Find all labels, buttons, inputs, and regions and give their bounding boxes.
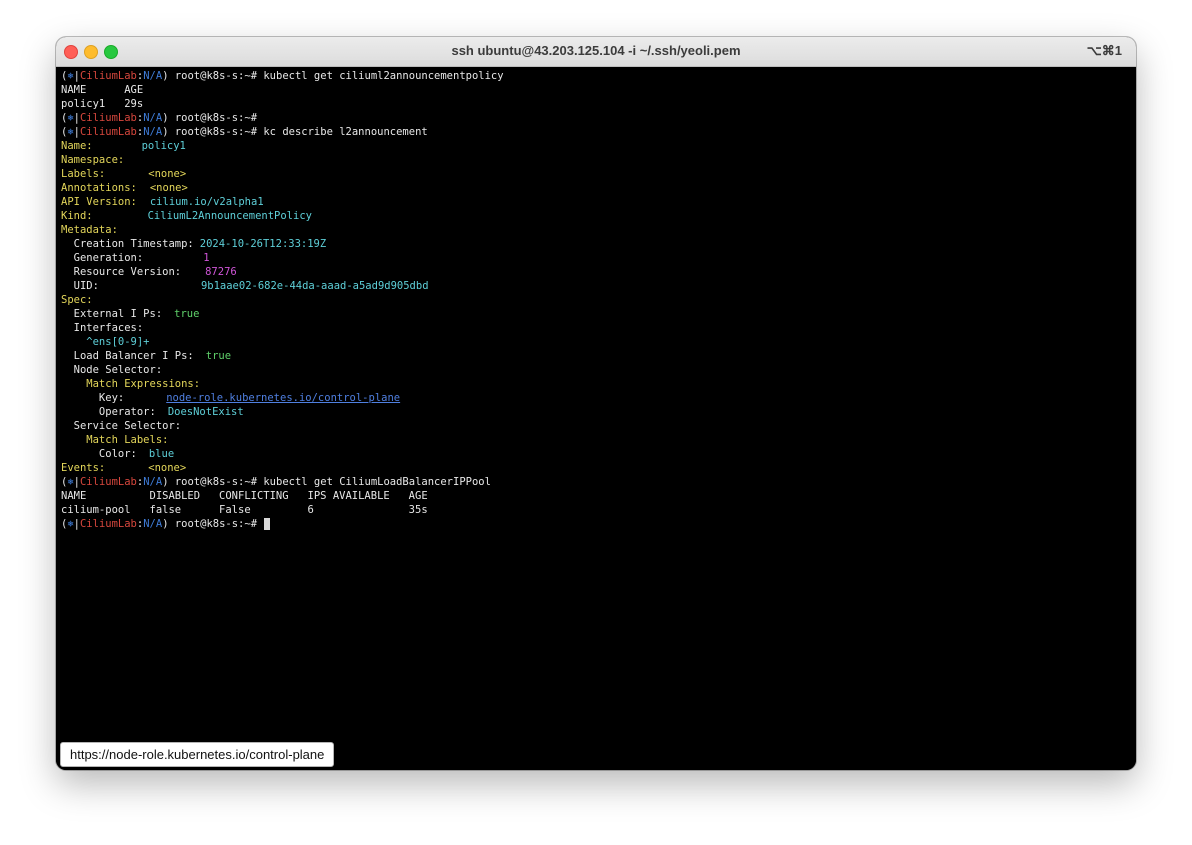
prompt-user-host: root@k8s-s:~# bbox=[168, 518, 258, 530]
terminal-line: (⎈|CiliumLab:N/A) root@k8s-s:~# bbox=[61, 517, 1136, 531]
describe-generation: Generation: 1 bbox=[61, 251, 1136, 265]
describe-color: Color: blue bbox=[61, 447, 1136, 461]
field-key: Color: bbox=[61, 448, 137, 460]
field-value: DoesNotExist bbox=[167, 406, 244, 418]
field-key: Creation Timestamp: bbox=[61, 238, 194, 250]
prompt-user-host: root@k8s-s:~# bbox=[168, 126, 258, 138]
field-key: Events: bbox=[61, 462, 106, 474]
prompt-cluster: CiliumLab bbox=[79, 126, 137, 138]
describe-node-selector: Node Selector: bbox=[61, 364, 163, 376]
describe-labels: Labels: <none> bbox=[61, 167, 1136, 181]
describe-events: Events: <none> bbox=[61, 461, 1136, 475]
field-key: Namespace: bbox=[61, 154, 125, 166]
describe-lb-ips: Load Balancer I Ps: true bbox=[61, 349, 1136, 363]
describe-match-labels: Match Labels: bbox=[61, 434, 169, 446]
terminal-line: (⎈|CiliumLab:N/A) root@k8s-s:~# kc descr… bbox=[61, 125, 1136, 139]
field-value: blue bbox=[148, 448, 175, 460]
describe-namespace: Namespace: bbox=[61, 153, 1136, 167]
terminal-window: ssh ubuntu@43.203.125.104 -i ~/.ssh/yeol… bbox=[56, 37, 1136, 770]
describe-operator: Operator: DoesNotExist bbox=[61, 405, 1136, 419]
command-text: kubectl get CiliumLoadBalancerIPPool bbox=[257, 476, 491, 488]
field-value: 2024-10-26T12:33:19Z bbox=[199, 238, 327, 250]
describe-creation: Creation Timestamp: 2024-10-26T12:33:19Z bbox=[61, 237, 1136, 251]
field-key: Load Balancer I Ps: bbox=[61, 350, 194, 362]
field-value: cilium.io/v2alpha1 bbox=[149, 196, 264, 208]
prompt-user-host: root@k8s-s:~# bbox=[168, 476, 258, 488]
output-header: NAME DISABLED CONFLICTING IPS AVAILABLE … bbox=[61, 490, 428, 502]
terminal-line: (⎈|CiliumLab:N/A) root@k8s-s:~# bbox=[61, 111, 1136, 125]
prompt-namespace: N/A bbox=[143, 518, 163, 530]
describe-name: Name: policy1 bbox=[61, 139, 1136, 153]
field-value: CiliumL2AnnouncementPolicy bbox=[147, 210, 312, 222]
control-plane-link[interactable]: node-role.kubernetes.io/control-plane bbox=[166, 392, 400, 404]
field-key: Name: bbox=[61, 140, 93, 152]
prompt-namespace: N/A bbox=[143, 126, 163, 138]
window-title: ssh ubuntu@43.203.125.104 -i ~/.ssh/yeol… bbox=[451, 43, 741, 58]
describe-external-ips: External I Ps: true bbox=[61, 307, 1136, 321]
field-value: <none> bbox=[148, 168, 187, 180]
output-header: NAME AGE bbox=[61, 84, 144, 96]
field-value: 1 bbox=[203, 252, 210, 264]
command-text: kc describe l2announcement bbox=[257, 126, 428, 138]
field-key: Generation: bbox=[61, 252, 144, 264]
field-key: API Version: bbox=[61, 196, 137, 208]
field-value: <none> bbox=[148, 462, 187, 474]
command-text: kubectl get ciliuml2announcementpolicy bbox=[257, 70, 504, 82]
field-value: 9b1aae02-682e-44da-aaad-a5ad9d905dbd bbox=[200, 280, 429, 292]
describe-resource-version: Resource Version: 87276 bbox=[61, 265, 1136, 279]
prompt-namespace: N/A bbox=[143, 70, 163, 82]
describe-interfaces: Interfaces: bbox=[61, 322, 144, 334]
describe-kind: Kind: CiliumL2AnnouncementPolicy bbox=[61, 209, 1136, 223]
describe-uid: UID: 9b1aae02-682e-44da-aaad-a5ad9d905dbd bbox=[61, 279, 1136, 293]
prompt-user-host: root@k8s-s:~# bbox=[168, 70, 258, 82]
describe-api-version: API Version: cilium.io/v2alpha1 bbox=[61, 195, 1136, 209]
field-key: Operator: bbox=[61, 406, 156, 418]
terminal-line: (⎈|CiliumLab:N/A) root@k8s-s:~# kubectl … bbox=[61, 69, 1136, 83]
output-row: cilium-pool false False 6 35s bbox=[61, 504, 428, 516]
prompt-namespace: N/A bbox=[143, 112, 163, 124]
prompt-cluster: CiliumLab bbox=[79, 70, 137, 82]
field-key: Resource Version: bbox=[61, 266, 182, 278]
field-value: 87276 bbox=[205, 266, 237, 278]
describe-spec: Spec: bbox=[61, 294, 93, 306]
prompt-cluster: CiliumLab bbox=[79, 518, 137, 530]
window-shortcut: ⌥⌘1 bbox=[1086, 43, 1122, 58]
describe-annotations: Annotations: <none> bbox=[61, 181, 1136, 195]
describe-metadata: Metadata: bbox=[61, 224, 118, 236]
command-text bbox=[257, 518, 263, 530]
prompt-namespace: N/A bbox=[143, 476, 163, 488]
field-key: Key: bbox=[61, 392, 125, 404]
describe-service-selector: Service Selector: bbox=[61, 420, 182, 432]
field-value: true bbox=[174, 308, 200, 320]
output-row: policy1 29s bbox=[61, 98, 144, 110]
field-key: Labels: bbox=[61, 168, 106, 180]
text-cursor[interactable] bbox=[264, 518, 271, 530]
terminal-line: (⎈|CiliumLab:N/A) root@k8s-s:~# kubectl … bbox=[61, 475, 1136, 489]
describe-interfaces-value: ^ens[0-9]+ bbox=[61, 336, 150, 348]
link-tooltip: https://node-role.kubernetes.io/control-… bbox=[60, 742, 335, 767]
prompt-cluster: CiliumLab bbox=[79, 112, 137, 124]
field-value: <none> bbox=[149, 182, 188, 194]
title-bar[interactable]: ssh ubuntu@43.203.125.104 -i ~/.ssh/yeol… bbox=[56, 37, 1136, 67]
field-key: Kind: bbox=[61, 210, 93, 222]
prompt-cluster: CiliumLab bbox=[79, 476, 137, 488]
describe-key: Key: node-role.kubernetes.io/control-plan… bbox=[61, 391, 1136, 405]
terminal-output[interactable]: (⎈|CiliumLab:N/A) root@k8s-s:~# kubectl … bbox=[56, 67, 1136, 770]
describe-match-expressions: Match Expressions: bbox=[61, 378, 201, 390]
field-key: UID: bbox=[61, 280, 99, 292]
field-key: External I Ps: bbox=[61, 308, 163, 320]
field-value: policy1 bbox=[141, 140, 186, 152]
field-value: true bbox=[205, 350, 232, 362]
prompt-user-host: root@k8s-s:~# bbox=[168, 112, 258, 124]
field-key: Annotations: bbox=[61, 182, 137, 194]
